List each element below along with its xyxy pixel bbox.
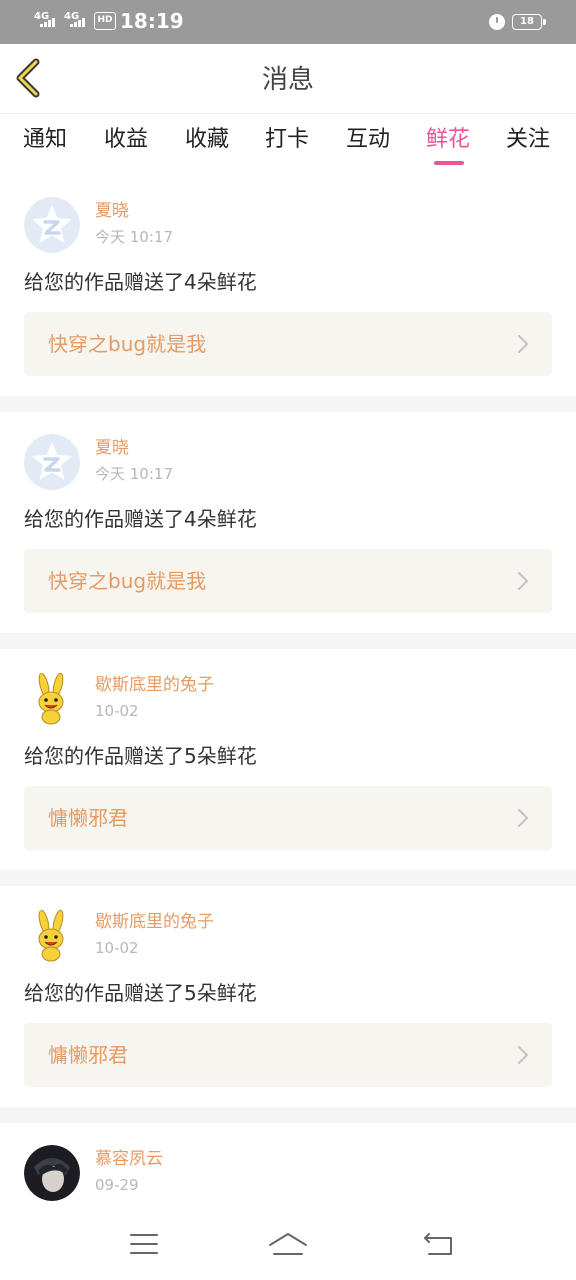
home-icon[interactable] <box>264 1224 312 1264</box>
tab-earnings[interactable]: 收益 <box>104 125 148 155</box>
work-title: 慵懒邪君 <box>48 1043 128 1067</box>
hd-voice-icon: HD <box>94 12 116 30</box>
message-tabs: 通知 收益 收藏 打卡 互动 鲜花 关注 <box>0 115 576 175</box>
message-time: 09-29 <box>95 1176 139 1194</box>
page-title: 消息 <box>261 65 314 95</box>
menu-icon[interactable] <box>120 1224 168 1264</box>
work-link[interactable]: 慵懒邪君 <box>24 1023 552 1087</box>
default-star-avatar[interactable] <box>24 434 80 490</box>
message-time: 10-02 <box>95 939 139 957</box>
active-tab-indicator <box>434 161 464 165</box>
sender-name[interactable]: 夏晓 <box>95 199 129 223</box>
chevron-right-icon <box>517 1045 529 1065</box>
chevron-right-icon <box>517 571 529 591</box>
default-star-avatar[interactable] <box>24 197 80 253</box>
message-card: 歇斯底里的兔子 10-02 给您的作品赠送了5朵鲜花 慵懒邪君 <box>0 886 576 1107</box>
back-icon[interactable] <box>416 1224 464 1264</box>
message-text: 给您的作品赠送了5朵鲜花 <box>24 981 257 1005</box>
message-card: 夏晓 今天 10:17 给您的作品赠送了4朵鲜花 快穿之bug就是我 <box>0 412 576 633</box>
sender-name[interactable]: 歇斯底里的兔子 <box>95 910 214 934</box>
status-time: 18:19 <box>120 9 184 33</box>
card-divider <box>0 396 576 412</box>
work-title: 快穿之bug就是我 <box>48 332 207 356</box>
message-text: 给您的作品赠送了5朵鲜花 <box>24 744 257 768</box>
flower-message-list: 夏晓 今天 10:17 给您的作品赠送了4朵鲜花 快穿之bug就是我 夏晓 今天… <box>0 175 576 1223</box>
work-title: 快穿之bug就是我 <box>48 569 207 593</box>
dark-portrait-avatar[interactable] <box>24 1145 80 1201</box>
tab-notifications[interactable]: 通知 <box>23 125 67 155</box>
tab-favorites[interactable]: 收藏 <box>185 125 229 155</box>
card-divider <box>0 870 576 886</box>
message-text: 给您的作品赠送了4朵鲜花 <box>24 270 257 294</box>
message-card: 夏晓 今天 10:17 给您的作品赠送了4朵鲜花 快穿之bug就是我 <box>0 175 576 396</box>
message-time: 今天 10:17 <box>95 465 173 483</box>
alarm-icon <box>489 14 505 30</box>
messages-screen: 4G 4G HD 18:19 18 消息 通知 收益 收藏 打卡 互动 鲜花 关… <box>0 0 576 1280</box>
sender-name[interactable]: 歇斯底里的兔子 <box>95 673 214 697</box>
message-card: 歇斯底里的兔子 10-02 给您的作品赠送了5朵鲜花 慵懒邪君 <box>0 649 576 870</box>
tab-follows[interactable]: 关注 <box>506 125 550 155</box>
chevron-right-icon <box>517 334 529 354</box>
work-title: 慵懒邪君 <box>48 806 128 830</box>
tab-checkin[interactable]: 打卡 <box>265 125 309 155</box>
message-time: 今天 10:17 <box>95 228 173 246</box>
chevron-right-icon <box>517 808 529 828</box>
tab-flowers[interactable]: 鲜花 <box>426 125 470 155</box>
tab-interactions[interactable]: 互动 <box>346 125 390 155</box>
sender-name[interactable]: 慕容夙云 <box>95 1147 163 1171</box>
sender-name[interactable]: 夏晓 <box>95 436 129 460</box>
message-time: 10-02 <box>95 702 139 720</box>
yellow-rabbit-avatar[interactable] <box>24 908 80 964</box>
work-link[interactable]: 慵懒邪君 <box>24 786 552 850</box>
work-link[interactable]: 快穿之bug就是我 <box>24 549 552 613</box>
app-header: 消息 <box>0 44 576 114</box>
system-nav-bar <box>0 1208 576 1280</box>
message-text: 给您的作品赠送了4朵鲜花 <box>24 507 257 531</box>
card-divider <box>0 633 576 649</box>
signal-bars-2-icon <box>70 18 85 27</box>
signal-bars-1-icon <box>40 18 55 27</box>
work-link[interactable]: 快穿之bug就是我 <box>24 312 552 376</box>
status-bar: 4G 4G HD 18:19 18 <box>0 0 576 44</box>
battery-icon: 18 <box>512 14 546 30</box>
yellow-rabbit-avatar[interactable] <box>24 671 80 727</box>
card-divider <box>0 1107 576 1123</box>
